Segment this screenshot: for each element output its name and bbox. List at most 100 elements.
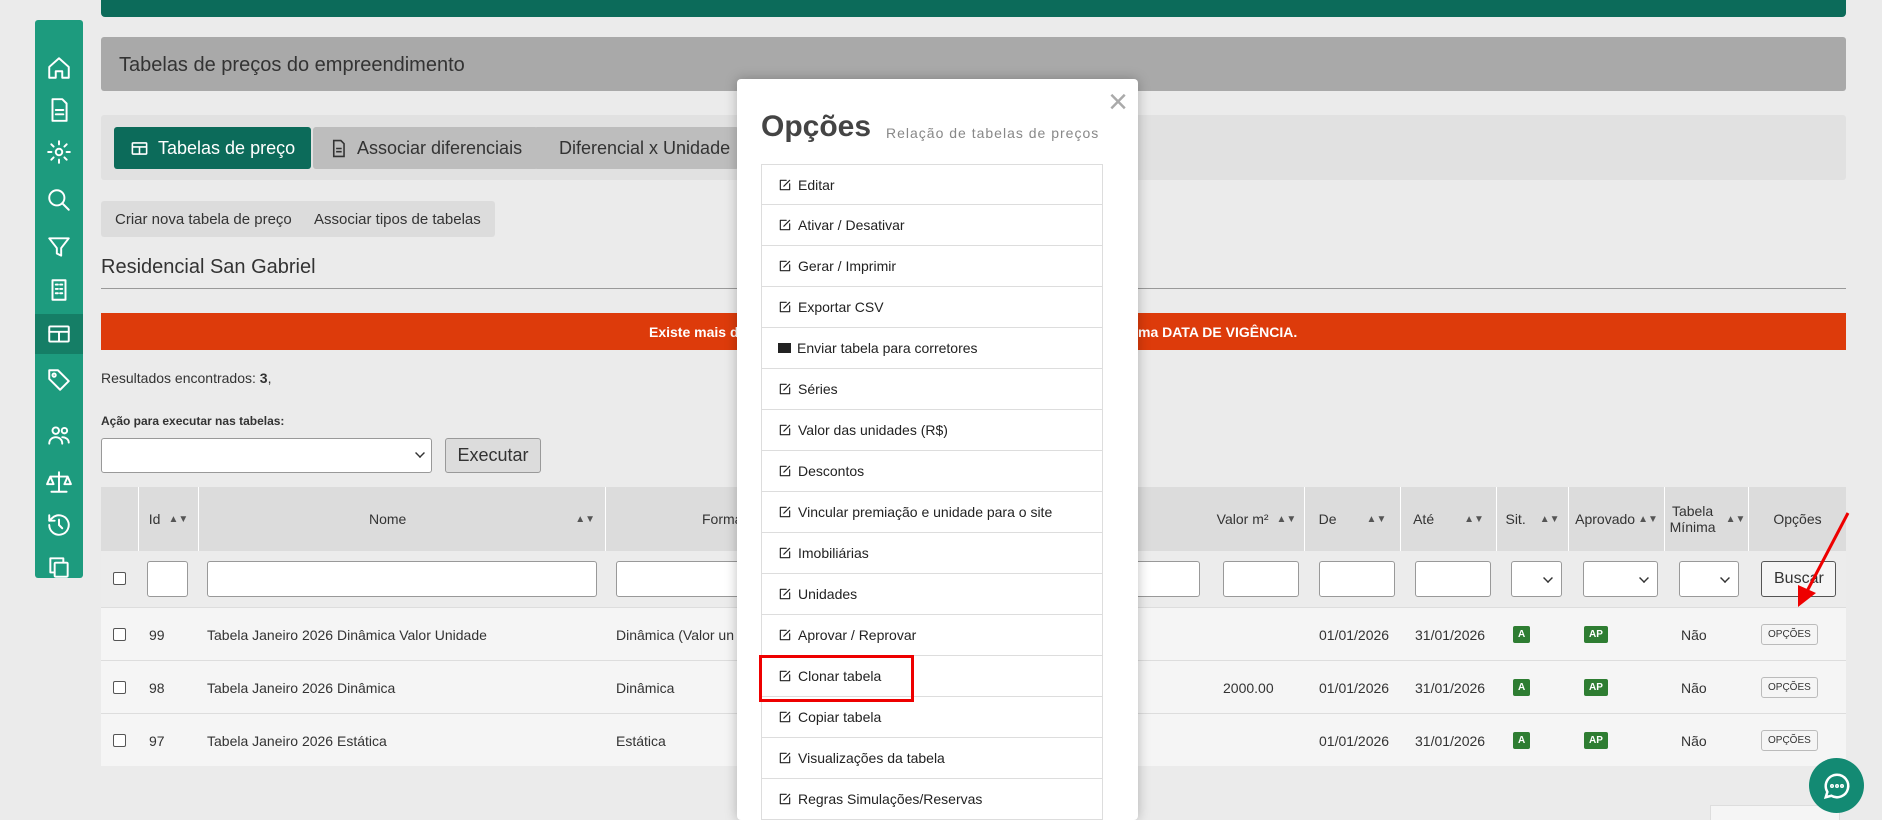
search-icon[interactable]	[35, 180, 83, 220]
row-id: 97	[149, 732, 165, 749]
tab-associar-diferenciais[interactable]: Associar diferenciais	[313, 127, 539, 169]
th-ate[interactable]: Até ▲▼	[1401, 487, 1497, 551]
options-button[interactable]: OPÇÕES	[1761, 677, 1818, 698]
th-id[interactable]: Id ▲▼	[139, 487, 199, 551]
edit-icon	[779, 629, 791, 641]
history-icon[interactable]	[35, 505, 83, 545]
tab-tabelas-de-preco[interactable]: Tabelas de preço	[114, 127, 312, 169]
th-valor-m2[interactable]: Valor m² ▲▼	[1209, 487, 1305, 551]
highlight-box	[759, 655, 914, 702]
row-forma: Dinâmica	[616, 679, 675, 696]
filter-valor-m2-input[interactable]	[1223, 561, 1299, 597]
sort-icon: ▲▼	[1276, 513, 1297, 525]
sort-icon: ▲▼	[1638, 513, 1658, 525]
filter-id-input[interactable]	[147, 561, 188, 597]
th-nome[interactable]: Nome ▲▼	[199, 487, 606, 551]
close-icon[interactable]: ×	[1108, 85, 1128, 119]
option-editar[interactable]: Editar	[761, 164, 1103, 205]
filter-minima-select[interactable]	[1679, 561, 1739, 597]
edit-icon	[779, 588, 791, 600]
filter-aprovado-select[interactable]	[1583, 561, 1658, 597]
chat-icon	[1823, 772, 1849, 799]
option-exportar-csv[interactable]: Exportar CSV	[761, 287, 1103, 328]
scale-icon[interactable]	[35, 462, 83, 502]
row-nome: Tabela Janeiro 2026 Dinâmica Valor Unida…	[207, 626, 487, 643]
option-visualizacoes[interactable]: Visualizações da tabela	[761, 738, 1103, 779]
row-nome: Tabela Janeiro 2026 Estática	[207, 732, 387, 749]
filter-de-input[interactable]	[1319, 561, 1395, 597]
action-select[interactable]	[101, 438, 432, 473]
row-checkbox[interactable]	[113, 628, 126, 641]
row-de: 01/01/2026	[1319, 732, 1390, 749]
sort-icon: ▲▼	[1725, 513, 1746, 525]
option-valor-unidades[interactable]: Valor das unidades (R$)	[761, 410, 1103, 451]
sort-icon: ▲▼	[168, 513, 189, 525]
row-checkbox[interactable]	[113, 681, 126, 694]
edit-icon	[779, 465, 791, 477]
users-icon[interactable]	[35, 415, 83, 455]
top-bar	[101, 0, 1846, 17]
option-regras-simulacoes[interactable]: Regras Simulações/Reservas	[761, 779, 1103, 820]
options-modal: × Opções Relação de tabelas de preços Ed…	[737, 79, 1138, 820]
document-icon[interactable]	[35, 90, 83, 130]
tab-diferencial-unidade[interactable]: Diferencial x Unidade	[534, 127, 739, 169]
option-series[interactable]: Séries	[761, 369, 1103, 410]
page-title: Tabelas de preços do empreendimento	[119, 54, 465, 76]
envelope-icon	[778, 343, 791, 353]
edit-icon	[779, 711, 791, 723]
document-icon	[332, 139, 345, 157]
option-ativar-desativar[interactable]: Ativar / Desativar	[761, 205, 1103, 246]
create-table-button[interactable]: Criar nova tabela de preço	[101, 201, 306, 237]
action-label: Ação para executar nas tabelas:	[101, 414, 285, 428]
sort-icon: ▲▼	[1464, 513, 1484, 525]
filter-sit-select[interactable]	[1511, 561, 1562, 597]
th-aprovado[interactable]: Aprovado ▲▼	[1569, 487, 1665, 551]
table-icon[interactable]	[35, 314, 83, 354]
option-unidades[interactable]: Unidades	[761, 574, 1103, 615]
settings-icon[interactable]	[35, 132, 83, 172]
option-aprovar-reprovar[interactable]: Aprovar / Reprovar	[761, 615, 1103, 656]
edit-icon	[779, 219, 791, 231]
option-vincular-premiacao[interactable]: Vincular premiação e unidade para o site	[761, 492, 1103, 533]
tag-icon[interactable]	[35, 360, 83, 400]
row-ate: 31/01/2026	[1415, 679, 1486, 696]
modal-subtitle: Relação de tabelas de preços	[886, 125, 1100, 141]
alert-text-right: ma DATA DE VIGÊNCIA.	[1138, 324, 1298, 340]
th-tabela-minima[interactable]: Tabela Mínima ▲▼	[1665, 487, 1749, 551]
th-de[interactable]: De ▲▼	[1305, 487, 1401, 551]
edit-icon	[779, 424, 791, 436]
results-number: 3	[259, 370, 268, 386]
modal-title: Opções	[761, 110, 872, 143]
option-copiar-tabela[interactable]: Copiar tabela	[761, 697, 1103, 738]
options-list: Editar Ativar / Desativar Gerar / Imprim…	[761, 164, 1103, 820]
edit-icon	[779, 179, 791, 190]
filter-other-input[interactable]	[1131, 561, 1200, 597]
th-sit[interactable]: Sit. ▲▼	[1497, 487, 1569, 551]
chat-button[interactable]	[1809, 758, 1864, 813]
tab-label: Diferencial x Unidade	[559, 137, 731, 158]
results-count: Resultados encontrados: 3,	[101, 370, 271, 386]
options-button[interactable]: OPÇÕES	[1761, 624, 1818, 645]
building-icon[interactable]	[35, 270, 83, 310]
tab-label: Associar diferenciais	[357, 137, 523, 158]
sort-icon: ▲▼	[1539, 513, 1560, 525]
approved-badge: AP	[1584, 679, 1608, 696]
option-enviar-corretores[interactable]: Enviar tabela para corretores	[761, 328, 1103, 369]
option-gerar-imprimir[interactable]: Gerar / Imprimir	[761, 246, 1103, 287]
home-icon[interactable]	[35, 48, 83, 88]
filter-ate-input[interactable]	[1415, 561, 1491, 597]
select-all-checkbox[interactable]	[113, 572, 126, 585]
filter-icon[interactable]	[35, 227, 83, 267]
options-button[interactable]: OPÇÕES	[1761, 730, 1818, 751]
filter-nome-input[interactable]	[207, 561, 597, 597]
row-de: 01/01/2026	[1319, 679, 1390, 696]
filter-forma-input[interactable]	[616, 561, 756, 597]
status-badge: A	[1513, 732, 1531, 749]
row-checkbox[interactable]	[113, 734, 126, 747]
option-descontos[interactable]: Descontos	[761, 451, 1103, 492]
edit-icon	[779, 506, 791, 518]
execute-button[interactable]: Executar	[445, 438, 541, 473]
copy-icon[interactable]	[35, 547, 83, 587]
associate-types-button[interactable]: Associar tipos de tabelas	[300, 201, 495, 237]
option-imobiliarias[interactable]: Imobiliárias	[761, 533, 1103, 574]
